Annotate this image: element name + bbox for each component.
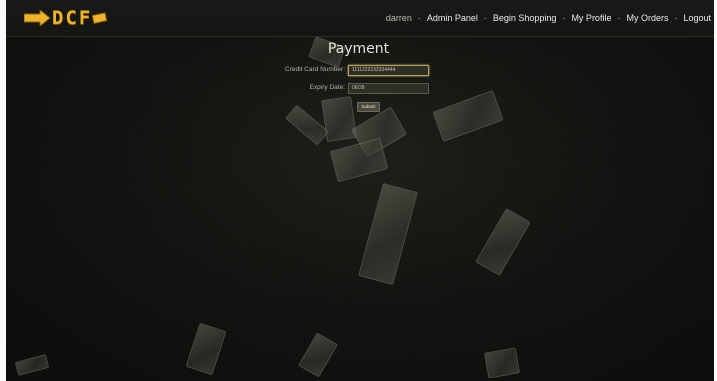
expiry-date-input[interactable]: 06/28 (348, 83, 429, 94)
nav-separator: - (483, 13, 487, 23)
nav-link-logout[interactable]: Logout (683, 13, 711, 23)
banknote-icon (351, 106, 407, 158)
nav-separator: - (617, 13, 621, 23)
submit-button[interactable]: Submit (357, 102, 380, 112)
dcf-logo[interactable]: DCF (24, 7, 108, 29)
nav-separator: - (562, 13, 566, 23)
banknote-icon (432, 90, 504, 142)
nav-separator: - (417, 13, 421, 23)
nav-separator: - (674, 13, 678, 23)
nav-username: darren (385, 13, 412, 23)
banknote-icon (298, 332, 338, 378)
expiry-date-label: Expiry Date: (309, 84, 345, 91)
banknote-icon (358, 182, 418, 286)
banknote-icon (329, 137, 389, 183)
banknote-icon (483, 347, 521, 379)
credit-card-label: Credit Card Number: (285, 66, 345, 73)
nav-menu: darren - Admin Panel - Begin Shopping - … (386, 0, 714, 36)
banknote-icon (321, 96, 357, 142)
banknote-icon (14, 354, 50, 376)
nav-link-my-orders[interactable]: My Orders (626, 13, 668, 23)
banknote-icon (475, 208, 531, 276)
top-navbar: DCF darren - Admin Panel - Begin Shoppin… (6, 0, 714, 37)
money-logo-icon (92, 12, 108, 24)
banknote-icon (185, 322, 227, 376)
credit-card-input[interactable]: 1111222233334444 (348, 65, 429, 76)
nav-link-begin-shopping[interactable]: Begin Shopping (493, 13, 557, 23)
logo-text: DCF (52, 7, 93, 29)
arrow-logo-icon (24, 10, 50, 26)
page-title: Payment (327, 41, 390, 57)
banknote-icon (285, 104, 329, 146)
nav-link-admin-panel[interactable]: Admin Panel (427, 13, 478, 23)
nav-link-my-profile[interactable]: My Profile (571, 13, 611, 23)
